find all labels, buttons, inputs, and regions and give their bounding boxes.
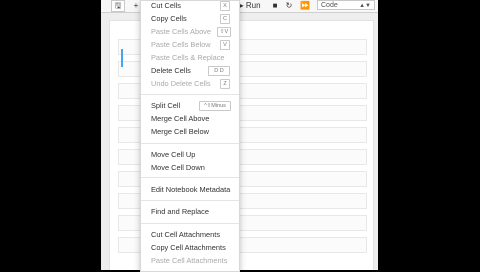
fast-forward-icon[interactable]: ⏩ [299, 0, 311, 12]
stop-icon[interactable]: ■ [270, 0, 280, 12]
restart-icon[interactable]: ↻ [284, 0, 294, 12]
shortcut-split: ^⇧Minus [199, 101, 231, 111]
menu-item-cut-attachments[interactable]: Cut Cell Attachments [151, 230, 220, 239]
selected-cell-indicator [121, 49, 123, 67]
menu-item-paste-below[interactable]: Paste Cells Below [151, 40, 211, 49]
menu-item-paste-attachments[interactable]: Paste Cell Attachments [151, 256, 227, 265]
menu-divider [141, 223, 239, 224]
menu-item-cut-cells[interactable]: Cut Cells [151, 1, 181, 10]
menu-divider [141, 177, 239, 178]
menu-item-edit-metadata[interactable]: Edit Notebook Metadata [151, 185, 230, 194]
cell-type-select[interactable]: Code ▲▼ [317, 0, 375, 10]
cell-type-value: Code [321, 2, 338, 9]
menu-item-move-up[interactable]: Move Cell Up [151, 150, 195, 159]
menu-item-paste-above[interactable]: Paste Cells Above [151, 27, 211, 36]
menu-item-paste-replace[interactable]: Paste Cells & Replace [151, 53, 225, 62]
menu-divider [141, 143, 239, 144]
menu-item-merge-below[interactable]: Merge Cell Below [151, 127, 209, 136]
menu-item-move-down[interactable]: Move Cell Down [151, 163, 205, 172]
shortcut-cut: X [220, 1, 230, 11]
save-icon[interactable]: 🖫 [111, 0, 125, 12]
select-caret-icon: ▲▼ [359, 3, 371, 9]
shortcut-delete: D D [208, 66, 230, 76]
menu-item-find-replace[interactable]: Find and Replace [151, 207, 209, 216]
menu-item-split-cell[interactable]: Split Cell [151, 101, 180, 110]
menu-divider [141, 200, 239, 201]
shortcut-copy: C [220, 14, 230, 24]
shortcut-undo-delete: Z [220, 79, 230, 89]
shortcut-paste-above: ⇧V [217, 27, 231, 37]
shortcut-paste-below: V [220, 40, 230, 50]
menu-item-copy-attachments[interactable]: Copy Cell Attachments [151, 243, 226, 252]
menu-item-copy-cells[interactable]: Copy Cells [151, 14, 187, 23]
run-label: Run [245, 1, 261, 10]
menu-item-undo-delete[interactable]: Undo Delete Cells [151, 79, 211, 88]
menu-divider [141, 94, 239, 95]
menu-item-delete-cells[interactable]: Delete Cells [151, 66, 191, 75]
edit-menu: Cut Cells X Copy Cells C Paste Cells Abo… [140, 0, 240, 272]
menu-item-merge-above[interactable]: Merge Cell Above [151, 114, 209, 123]
